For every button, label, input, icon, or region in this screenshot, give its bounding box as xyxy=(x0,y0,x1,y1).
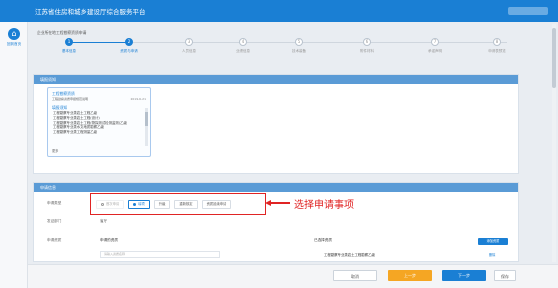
issuing-dept-value: 省厅 xyxy=(100,219,108,223)
scroll-thumb[interactable] xyxy=(145,112,148,126)
home-icon: ⌂ xyxy=(8,28,20,40)
apply-type-label: 申请类型 xyxy=(47,201,62,205)
option-first-apply: 首次申请 xyxy=(96,200,125,209)
save-button[interactable]: 保存 xyxy=(494,270,516,281)
step-dot: 5 xyxy=(295,38,303,46)
top-bar: 江苏省住房和城乡建设厅综合服务平台 xyxy=(0,0,558,22)
footer-bar: 取消 上一步 下一步 保存 xyxy=(28,264,558,288)
step-label: 附件材料 xyxy=(360,49,374,53)
help-scrollbar[interactable] xyxy=(145,108,148,146)
step-dot: 7 xyxy=(431,38,439,46)
step-progress: 1 基本信息 2 资质与申请 3 人员信息 4 业绩信息 5 技术装备 6 附件… xyxy=(47,38,527,60)
help-info-text: 工程勘察资质申报规范说明 xyxy=(52,97,89,101)
app-title: 江苏省住房和城乡建设厅综合服务平台 xyxy=(35,8,146,16)
step-label: 资质与申请 xyxy=(120,49,138,53)
remove-link[interactable]: 删除 xyxy=(489,252,495,257)
application-panel: 申请信息 申请类型 首次申请 增项 升级 重新核定 资质延续申请 选择申请事项 发证部门… xyxy=(33,182,519,262)
help-panel: 填报须知 工程勘察资质 工程勘察资质申报规范说明 2019-6-21 填报须知 … xyxy=(33,74,519,174)
option-reassess[interactable]: 重新核定 xyxy=(174,200,198,209)
apply-items-label: 申请资质 xyxy=(47,238,62,242)
step-4: 4 业绩信息 xyxy=(213,38,273,54)
step-label: 基本信息 xyxy=(62,49,76,53)
step-dot: 3 xyxy=(185,38,193,46)
step-6: 6 附件材料 xyxy=(337,38,397,54)
option-label: 资质延续申请 xyxy=(206,202,227,206)
qualification-search-input[interactable]: 请输入资质名称 xyxy=(100,251,220,258)
step-label: 人员信息 xyxy=(182,49,196,53)
home-button[interactable]: ⌂ 回到首页 xyxy=(3,28,25,52)
step-8: 8 申请表预览 xyxy=(467,38,527,54)
option-renewal[interactable]: 资质延续申请 xyxy=(201,200,232,209)
step-7: 7 承诺声明 xyxy=(405,38,465,54)
step-dot: 4 xyxy=(239,38,247,46)
option-add-item[interactable]: 增项 xyxy=(128,200,150,209)
step-dot: 8 xyxy=(493,38,501,46)
step-dot: 6 xyxy=(363,38,371,46)
next-button[interactable]: 下一步 xyxy=(442,270,486,281)
help-list: 工程勘察专业类岩土工程乙级 工程勘察专业类岩土工程(设计) 工程勘察专业类岩土工… xyxy=(53,111,145,135)
available-col-title: 申请的资质 xyxy=(100,238,118,242)
user-menu[interactable] xyxy=(508,7,548,15)
option-label: 增项 xyxy=(138,202,145,206)
annotation-highlight-box: 首次申请 增项 升级 重新核定 资质延续申请 xyxy=(90,193,266,215)
option-label: 首次申请 xyxy=(106,202,120,206)
panel-header: 申请信息 xyxy=(34,183,518,192)
cancel-button[interactable]: 取消 xyxy=(333,270,377,281)
step-dot: 1 xyxy=(65,38,73,46)
home-label: 回到首页 xyxy=(6,42,22,46)
prev-button[interactable]: 上一步 xyxy=(388,270,432,281)
step-2: 2 资质与申请 xyxy=(99,38,159,54)
help-date: 2019-6-21 xyxy=(130,97,146,101)
step-label: 承诺声明 xyxy=(428,49,442,53)
help-info: 工程勘察资质申报规范说明 2019-6-21 xyxy=(52,97,148,101)
apply-type-radio-group: 首次申请 增项 升级 重新核定 资质延续申请 xyxy=(96,200,235,210)
page-scrollbar[interactable] xyxy=(552,24,556,262)
option-upgrade[interactable]: 升级 xyxy=(153,200,171,209)
step-label: 业绩信息 xyxy=(236,49,250,53)
step-label: 申请表预览 xyxy=(488,49,506,53)
step-dot: 2 xyxy=(125,38,133,46)
option-label: 重新核定 xyxy=(179,202,193,206)
scroll-thumb[interactable] xyxy=(552,28,556,88)
option-label: 升级 xyxy=(158,202,166,206)
add-qualification-button[interactable]: 添加资质 xyxy=(478,238,508,245)
annotation-text: 选择申请事项 xyxy=(294,200,354,211)
selected-qualification: 工程勘察专业类岩土工程勘察乙级 xyxy=(324,253,375,257)
step-5: 5 技术装备 xyxy=(269,38,329,54)
radio-icon xyxy=(101,202,104,206)
radio-icon xyxy=(133,202,137,206)
annotation-arrow xyxy=(270,202,290,204)
step-1: 1 基本信息 xyxy=(39,38,99,54)
list-item[interactable]: 工程勘察专业类工程测量乙级 xyxy=(53,130,145,135)
selected-col-title: 已选择资质 xyxy=(314,238,332,242)
help-box: 工程勘察资质 工程勘察资质申报规范说明 2019-6-21 填报须知 工程勘察专… xyxy=(47,87,151,157)
panel-header: 填报须知 xyxy=(34,75,518,84)
breadcrumb: 企业所在地工程勘察资质申请 xyxy=(37,30,87,35)
step-3: 3 人员信息 xyxy=(159,38,219,54)
issuing-dept-label: 发证部门 xyxy=(47,219,62,223)
left-rail: ⌂ 回到首页 xyxy=(0,22,28,288)
more-link[interactable]: 更多 xyxy=(52,148,58,153)
step-label: 技术装备 xyxy=(292,49,306,53)
